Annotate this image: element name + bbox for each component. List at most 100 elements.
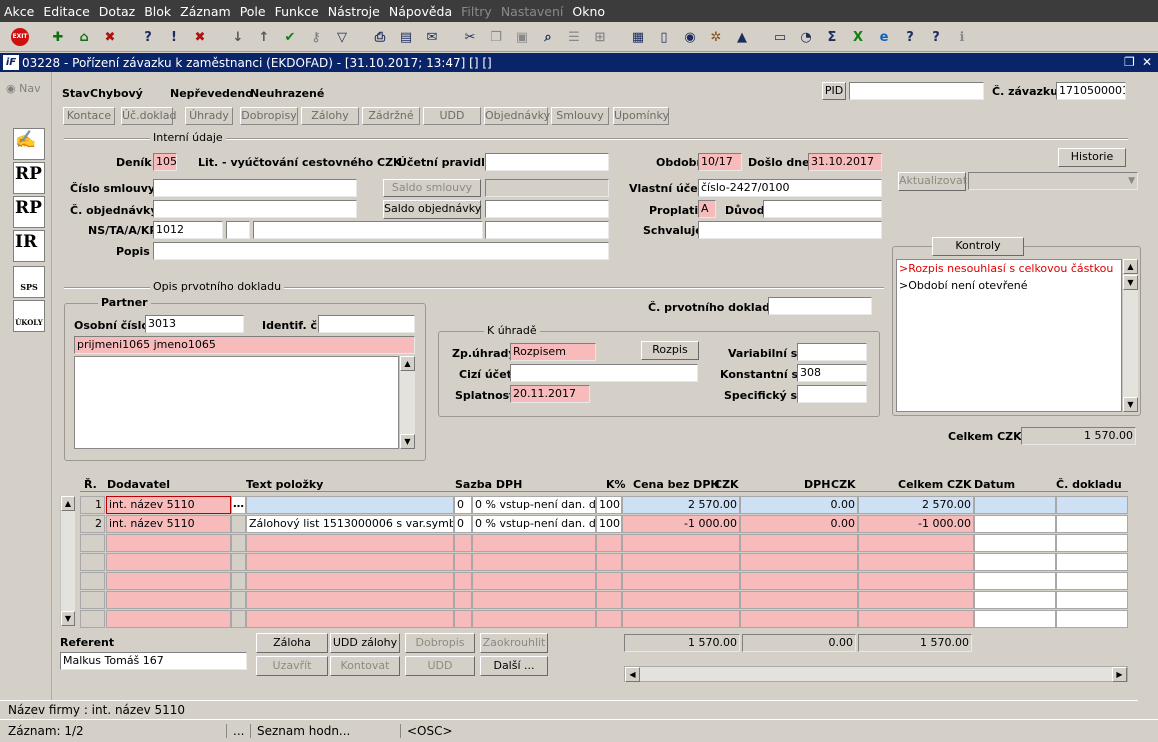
tab-button[interactable]: Zálohy (301, 107, 359, 125)
kontroly-scrollbar[interactable]: ▲ ▼ ▼ (1122, 259, 1138, 412)
kontroly-button[interactable]: Kontroly (932, 237, 1024, 256)
calculator-icon[interactable]: ▦ (628, 27, 648, 47)
konstantni-input[interactable]: 308 (797, 364, 867, 382)
table-cell-more[interactable] (231, 515, 246, 533)
obdobi-input[interactable]: 10/17 (698, 153, 742, 171)
table-cell-sazba[interactable] (472, 534, 596, 552)
action-button[interactable]: UDD (405, 656, 475, 676)
table-cell-datum[interactable] (974, 496, 1056, 514)
table-cell-dph[interactable]: 0.00 (740, 515, 858, 533)
table-scrollbar[interactable]: ▲ ▼ (60, 496, 75, 626)
sort-asc-icon[interactable]: ↓ (228, 27, 248, 47)
scroll-down-icon[interactable]: ▼ (400, 434, 415, 449)
table-cell-k[interactable] (596, 591, 622, 609)
table-cell-celkem[interactable] (858, 572, 974, 590)
scroll-right-icon[interactable]: ▶ (1112, 667, 1127, 682)
query-execute-icon[interactable]: ! (164, 27, 184, 47)
restore-icon[interactable]: ❐ (1124, 55, 1135, 69)
pid-button[interactable]: PID (822, 82, 846, 100)
wheel-icon[interactable]: ✲ (706, 27, 726, 47)
add-record-icon[interactable]: ✚ (48, 27, 68, 47)
side-icon-sps[interactable]: SPS (13, 266, 45, 298)
side-icon-rp-cz[interactable]: RP (13, 162, 45, 194)
rozpis-button[interactable]: Rozpis (641, 341, 699, 360)
c-prvotniho-input[interactable] (768, 297, 872, 315)
tab-button[interactable]: Dobropisy (240, 107, 298, 125)
print-preview-icon[interactable]: ▤ (396, 27, 416, 47)
list-icon[interactable]: ☰ (564, 27, 584, 47)
table-cell-cena[interactable] (622, 553, 740, 571)
table-cell-celkem[interactable] (858, 553, 974, 571)
kp-input[interactable] (485, 221, 609, 239)
partner-address[interactable] (74, 356, 399, 449)
mountain-icon[interactable]: ▲ (732, 27, 752, 47)
close-icon[interactable]: ✕ (1142, 55, 1152, 69)
table-cell-sazba-code[interactable] (454, 534, 472, 552)
cizi-ucet-input[interactable] (510, 364, 698, 382)
table-cell-dodavatel[interactable] (106, 534, 231, 552)
table-cell-sazba-code[interactable]: 0 (454, 496, 472, 514)
table-cell-dph[interactable] (740, 553, 858, 571)
zp-uhrady-input[interactable]: Rozpisem (510, 343, 596, 361)
tab-button[interactable]: Smlouvy (551, 107, 609, 125)
table-cell-k[interactable]: 100 (596, 496, 622, 514)
doslo-input[interactable]: 31.10.2017 (808, 153, 882, 171)
table-cell-doklad[interactable] (1056, 572, 1128, 590)
table-cell-datum[interactable] (974, 572, 1056, 590)
action-button[interactable]: Zaokrouhlit (480, 633, 548, 653)
info-icon[interactable]: ℹ (952, 27, 972, 47)
table-cell-text[interactable] (246, 610, 454, 628)
table-cell-sazba[interactable] (472, 553, 596, 571)
saldo-objednavky-button[interactable]: Saldo objednávky (383, 200, 481, 219)
ns-input[interactable]: 1012 (153, 221, 223, 239)
table-cell-more[interactable] (231, 572, 246, 590)
table-cell-dph[interactable] (740, 572, 858, 590)
side-icon-ir[interactable]: IR (13, 230, 45, 262)
menu-item[interactable]: Dotaz (99, 4, 135, 19)
scroll-down-icon[interactable]: ▼ (61, 611, 75, 626)
delete-record-icon[interactable]: ✖ (100, 27, 120, 47)
table-cell-k[interactable] (596, 553, 622, 571)
table-cell-more[interactable] (231, 534, 246, 552)
table-cell-dph[interactable]: 0.00 (740, 496, 858, 514)
table-cell-doklad[interactable] (1056, 610, 1128, 628)
query-cancel-icon[interactable]: ✖ (190, 27, 210, 47)
saldo-smlouvy-button[interactable]: Saldo smlouvy (383, 179, 481, 197)
table-cell-sazba[interactable]: 0 % vstup-není dan. dokl (472, 515, 596, 533)
query-enter-icon[interactable]: ? (138, 27, 158, 47)
action-button[interactable]: Uzavřít (256, 656, 328, 676)
horizontal-scrollbar[interactable]: ◀ ▶ (624, 666, 1128, 682)
image-icon[interactable]: ▭ (770, 27, 790, 47)
sort-desc-icon[interactable]: ↑ (254, 27, 274, 47)
aktualizovat-button[interactable]: Aktualizovat (898, 172, 967, 191)
table-cell-datum[interactable] (974, 534, 1056, 552)
table-cell-text[interactable] (246, 591, 454, 609)
menu-item[interactable]: Akce (4, 4, 34, 19)
excel-icon[interactable]: X (848, 27, 868, 47)
table-cell-k[interactable] (596, 534, 622, 552)
table-cell-doklad[interactable] (1056, 553, 1128, 571)
ucetni-pravidlo-input[interactable] (485, 153, 609, 171)
table-cell-cena[interactable] (622, 534, 740, 552)
table-cell-celkem[interactable] (858, 591, 974, 609)
menu-item[interactable]: Záznam (180, 4, 231, 19)
table-cell-cena[interactable]: -1 000.00 (622, 515, 740, 533)
table-cell-celkem[interactable]: -1 000.00 (858, 515, 974, 533)
table-cell-dph[interactable] (740, 591, 858, 609)
filter-icon[interactable]: ▽ (332, 27, 352, 47)
cut-icon[interactable]: ✂ (460, 27, 480, 47)
tab-button[interactable]: Úč.doklad (121, 107, 176, 125)
table-cell-text[interactable] (246, 496, 454, 514)
menu-item[interactable]: Pole (240, 4, 266, 19)
a-input[interactable] (253, 221, 483, 239)
scroll-up-icon[interactable]: ▲ (400, 356, 415, 371)
table-cell-celkem[interactable]: 2 570.00 (858, 496, 974, 514)
table-cell-cena[interactable] (622, 591, 740, 609)
tab-button[interactable]: Kontace (63, 107, 115, 125)
proplatit-input[interactable]: A (698, 200, 716, 218)
table-cell-k[interactable]: 100 (596, 515, 622, 533)
tab-button[interactable]: Upomínky (613, 107, 669, 125)
partner-name[interactable]: prijmeni1065 jmeno1065 (74, 336, 415, 354)
nav-toggle[interactable]: ◉ Nav (6, 82, 41, 95)
browser-icon[interactable]: e (874, 27, 894, 47)
